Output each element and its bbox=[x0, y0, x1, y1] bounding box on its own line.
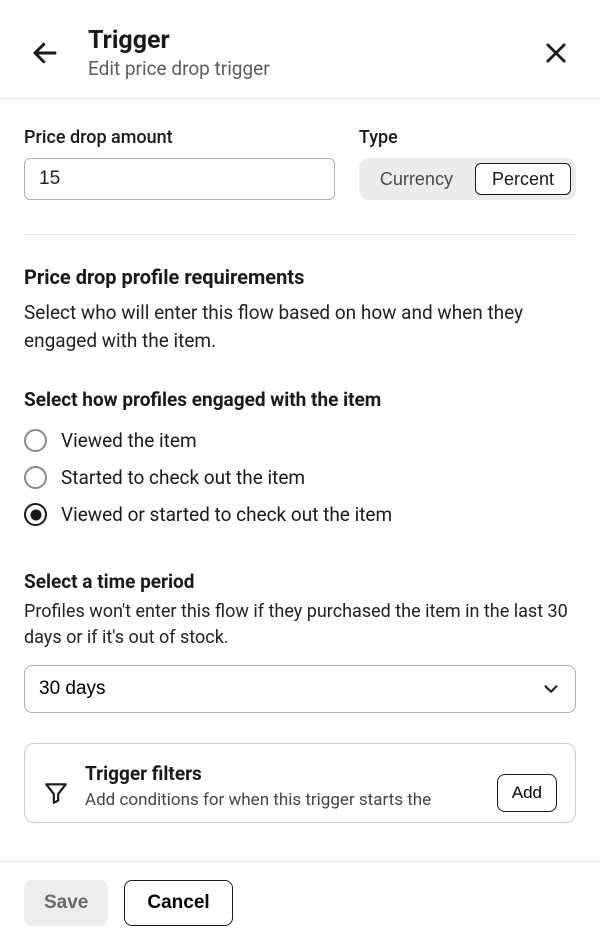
radio-label: Viewed or started to check out the item bbox=[61, 503, 392, 526]
time-period-selected-label: 30 days bbox=[39, 678, 106, 700]
engagement-option-started[interactable]: Started to check out the item bbox=[24, 466, 576, 489]
page-title: Trigger bbox=[88, 26, 536, 55]
type-segmented-control: Currency Percent bbox=[359, 158, 576, 200]
radio-label: Started to check out the item bbox=[61, 466, 305, 489]
radio-icon bbox=[24, 429, 47, 452]
requirements-section: Price drop profile requirements Select w… bbox=[24, 265, 576, 354]
filter-text: Trigger filters Add conditions for when … bbox=[85, 762, 481, 812]
type-label: Type bbox=[359, 127, 576, 148]
arrow-left-icon bbox=[30, 38, 60, 68]
time-period-select[interactable]: 30 days bbox=[24, 665, 576, 713]
filter-icon-wrap bbox=[43, 762, 69, 810]
close-icon bbox=[542, 39, 570, 67]
header-text: Trigger Edit price drop trigger bbox=[88, 26, 536, 80]
page-header: Trigger Edit price drop trigger bbox=[0, 0, 600, 99]
content-area: Price drop amount Type Currency Percent … bbox=[0, 99, 600, 823]
engagement-heading: Select how profiles engaged with the ite… bbox=[24, 388, 576, 411]
price-drop-input[interactable] bbox=[24, 158, 335, 200]
time-period-heading: Select a time period bbox=[24, 570, 576, 593]
funnel-icon bbox=[43, 780, 69, 806]
radio-icon bbox=[24, 466, 47, 489]
requirements-heading: Price drop profile requirements bbox=[24, 265, 576, 289]
engagement-option-viewed-or-started[interactable]: Viewed or started to check out the item bbox=[24, 503, 576, 526]
engagement-option-viewed[interactable]: Viewed the item bbox=[24, 429, 576, 452]
time-period-section: Select a time period Profiles won't ente… bbox=[24, 570, 576, 713]
page-subtitle: Edit price drop trigger bbox=[88, 57, 536, 80]
close-button[interactable] bbox=[536, 33, 576, 73]
filter-body: Add conditions for when this trigger sta… bbox=[85, 789, 481, 812]
back-button[interactable] bbox=[24, 32, 66, 74]
requirements-body: Select who will enter this flow based on… bbox=[24, 299, 576, 354]
engagement-radio-group: Viewed the item Started to check out the… bbox=[24, 429, 576, 526]
time-period-select-wrap: 30 days bbox=[24, 665, 576, 713]
filter-title: Trigger filters bbox=[85, 762, 481, 785]
cancel-button[interactable]: Cancel bbox=[124, 880, 232, 926]
type-option-currency[interactable]: Currency bbox=[364, 163, 469, 195]
time-period-body: Profiles won't enter this flow if they p… bbox=[24, 599, 576, 651]
save-button[interactable]: Save bbox=[24, 880, 108, 926]
type-field: Type Currency Percent bbox=[359, 127, 576, 200]
radio-icon bbox=[24, 503, 47, 526]
section-divider bbox=[24, 234, 576, 235]
radio-label: Viewed the item bbox=[61, 429, 197, 452]
price-drop-label: Price drop amount bbox=[24, 127, 335, 148]
add-filter-button[interactable]: Add bbox=[497, 774, 557, 812]
footer-bar: Save Cancel bbox=[0, 861, 600, 952]
price-drop-field: Price drop amount bbox=[24, 127, 335, 200]
price-type-row: Price drop amount Type Currency Percent bbox=[24, 127, 576, 200]
type-option-percent[interactable]: Percent bbox=[475, 163, 571, 195]
trigger-filters-card: Trigger filters Add conditions for when … bbox=[24, 743, 576, 823]
